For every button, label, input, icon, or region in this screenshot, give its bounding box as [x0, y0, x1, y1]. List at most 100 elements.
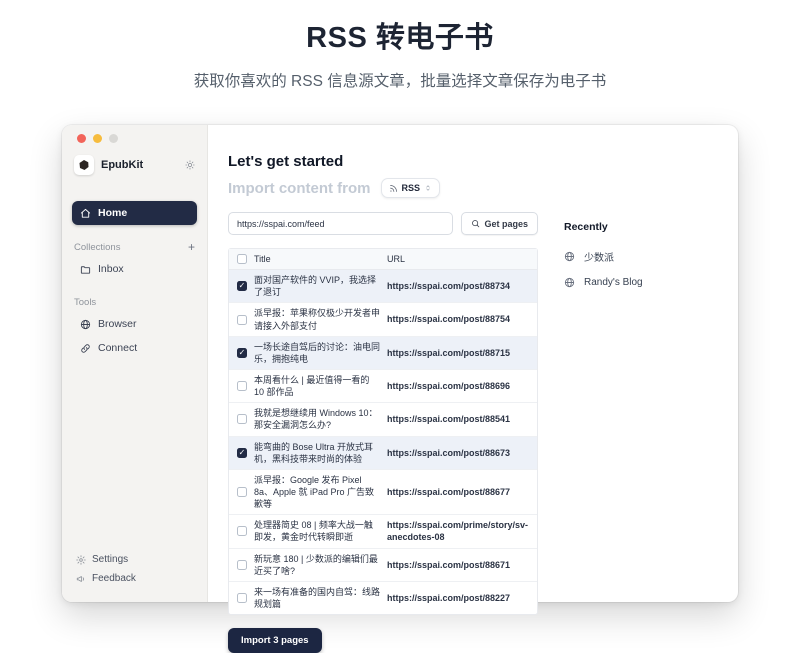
globe-icon [564, 251, 575, 262]
recently-item[interactable]: 少数派 [564, 249, 722, 264]
row-checkbox[interactable] [237, 526, 247, 536]
table-row[interactable]: 派早报：苹果称仅极少开发者申请接入外部支付https://sspai.com/p… [229, 303, 537, 336]
row-title: 派早报：苹果称仅极少开发者申请接入外部支付 [254, 307, 380, 331]
row-title: 处理器简史 08 | 频率大战一触即发，黄金时代转瞬即逝 [254, 519, 380, 543]
table-row[interactable]: 来一场有准备的国内自驾：线路规划篇 https://sspai.com/post/… [229, 582, 537, 614]
table-row[interactable]: 新玩意 180 | 少数派的编辑们最近买了啥? https://sspai.com… [229, 549, 537, 582]
home-icon [80, 208, 91, 219]
row-title: 能弯曲的 Bose Ultra 开放式耳机，黑科技带来时尚的体验 [254, 441, 380, 465]
sidebar-item-feedback[interactable]: Feedback [62, 569, 207, 588]
zoom-window-button[interactable] [109, 134, 118, 143]
recently-list: 少数派 Randy's Blog [564, 249, 722, 288]
table-header-row: Title URL [229, 249, 537, 270]
row-title: 我就是想继续用 Windows 10：那安全漏洞怎么办? [254, 407, 380, 431]
recently-item[interactable]: Randy's Blog [564, 277, 722, 288]
row-url: https://sspai.com/prime/story/sv-anecdot… [387, 519, 529, 543]
row-url: https://sspai.com/post/88671 [387, 559, 529, 571]
column-header-title: Title [254, 253, 380, 265]
collections-section: Collections + [74, 241, 195, 253]
minimize-window-button[interactable] [93, 134, 102, 143]
import-column: Get pages Title URL ✓ 面对国产软件的 VVIP，我选择了退订… [228, 212, 538, 653]
brand: EpubKit [74, 155, 195, 175]
recently-item-label: 少数派 [584, 249, 614, 264]
main-subheading: Import content from [228, 180, 371, 197]
sidebar-item-label: Browser [98, 318, 137, 330]
sidebar-item-connect[interactable]: Connect [72, 336, 197, 360]
row-url: https://sspai.com/post/88734 [387, 280, 529, 292]
row-url: https://sspai.com/post/88673 [387, 447, 529, 459]
globe-icon [564, 277, 575, 288]
globe-icon [80, 319, 91, 330]
sidebar-item-inbox[interactable]: Inbox [72, 257, 197, 281]
close-window-button[interactable] [77, 134, 86, 143]
chevron-updown-icon [424, 184, 432, 192]
row-title: 新玩意 180 | 少数派的编辑们最近买了啥? [254, 553, 380, 577]
feed-articles-table: Title URL ✓ 面对国产软件的 VVIP，我选择了退订 https://ss… [228, 248, 538, 615]
folder-icon [80, 264, 91, 275]
source-selector-value: RSS [402, 183, 421, 193]
row-checkbox[interactable]: ✓ [237, 348, 247, 358]
row-title: 一场长途自驾后的讨论：油电同乐，拥抱纯电 [254, 341, 380, 365]
sidebar-item-browser[interactable]: Browser [72, 312, 197, 336]
sidebar-item-home[interactable]: Home [72, 201, 197, 225]
column-header-url: URL [387, 253, 529, 265]
row-checkbox[interactable] [237, 381, 247, 391]
import-pages-button[interactable]: Import 3 pages [228, 628, 322, 653]
row-checkbox[interactable] [237, 560, 247, 570]
search-icon [471, 219, 480, 228]
recently-item-label: Randy's Blog [584, 277, 643, 288]
gear-icon [76, 555, 86, 565]
sidebar-footer: Settings Feedback [62, 550, 207, 602]
table-row[interactable]: 处理器简史 08 | 频率大战一触即发，黄金时代转瞬即逝 https://sspa… [229, 515, 537, 548]
app-window: EpubKit Home Collections + Inbox Tools [62, 125, 738, 602]
row-title: 面对国产软件的 VVIP，我选择了退订 [254, 274, 380, 298]
table-row[interactable]: ✓ 一场长途自驾后的讨论：油电同乐，拥抱纯电 https://sspai.com/p… [229, 337, 537, 370]
select-all-checkbox[interactable] [237, 254, 247, 264]
app-logo-icon [74, 155, 94, 175]
table-row[interactable]: 派早报：Google 发布 Pixel 8a、Apple 就 iPad Pro … [229, 470, 537, 515]
feed-url-input[interactable] [228, 212, 453, 235]
row-checkbox[interactable] [237, 414, 247, 424]
row-checkbox[interactable] [237, 315, 247, 325]
import-source-row: Import content from RSS [228, 178, 722, 198]
tools-section: Tools [74, 297, 195, 308]
row-checkbox[interactable] [237, 593, 247, 603]
tools-label: Tools [74, 297, 195, 308]
sidebar-item-label: Home [98, 207, 127, 219]
table-row[interactable]: ✓ 能弯曲的 Bose Ultra 开放式耳机，黑科技带来时尚的体验 https:/… [229, 437, 537, 470]
feed-url-row: Get pages [228, 212, 538, 235]
row-checkbox[interactable]: ✓ [237, 281, 247, 291]
row-checkbox[interactable] [237, 487, 247, 497]
brand-name: EpubKit [101, 159, 178, 171]
link-icon [80, 343, 91, 354]
table-row[interactable]: ✓ 面对国产软件的 VVIP，我选择了退订 https://sspai.com/po… [229, 270, 537, 303]
row-url: https://sspai.com/post/88541 [387, 413, 529, 425]
sidebar-item-label: Inbox [98, 263, 124, 275]
row-url: https://sspai.com/post/88715 [387, 347, 529, 359]
sidebar-item-label: Connect [98, 342, 137, 354]
sidebar-item-label: Feedback [92, 573, 136, 584]
table-row[interactable]: 我就是想继续用 Windows 10：那安全漏洞怎么办? https://sspa… [229, 403, 537, 436]
row-url: https://sspai.com/post/88677 [387, 486, 529, 498]
window-controls [77, 134, 118, 143]
row-title: 派早报：Google 发布 Pixel 8a、Apple 就 iPad Pro … [254, 474, 380, 510]
sidebar-item-label: Settings [92, 554, 128, 565]
row-url: https://sspai.com/post/88696 [387, 380, 529, 392]
recently-heading: Recently [564, 221, 722, 233]
theme-toggle-icon[interactable] [185, 160, 195, 170]
row-title: 来一场有准备的国内自驾：线路规划篇 [254, 586, 380, 610]
get-pages-button[interactable]: Get pages [461, 212, 538, 235]
source-selector[interactable]: RSS [381, 178, 441, 198]
row-url: https://sspai.com/post/88227 [387, 592, 529, 604]
sidebar: EpubKit Home Collections + Inbox Tools [62, 125, 208, 602]
main-heading: Let's get started [228, 153, 722, 170]
row-title: 本周看什么 | 最近值得一看的 10 部作品 [254, 374, 380, 398]
main-panel: Let's get started Import content from RS… [208, 125, 738, 602]
add-collection-button[interactable]: + [188, 241, 195, 253]
sidebar-item-settings[interactable]: Settings [62, 550, 207, 569]
table-row[interactable]: 本周看什么 | 最近值得一看的 10 部作品 https://sspai.com/… [229, 370, 537, 403]
megaphone-icon [76, 574, 86, 584]
table-body: ✓ 面对国产软件的 VVIP，我选择了退订 https://sspai.com/po… [229, 270, 537, 614]
recently-panel: Recently 少数派 Randy's Blog [538, 212, 722, 653]
row-checkbox[interactable]: ✓ [237, 448, 247, 458]
